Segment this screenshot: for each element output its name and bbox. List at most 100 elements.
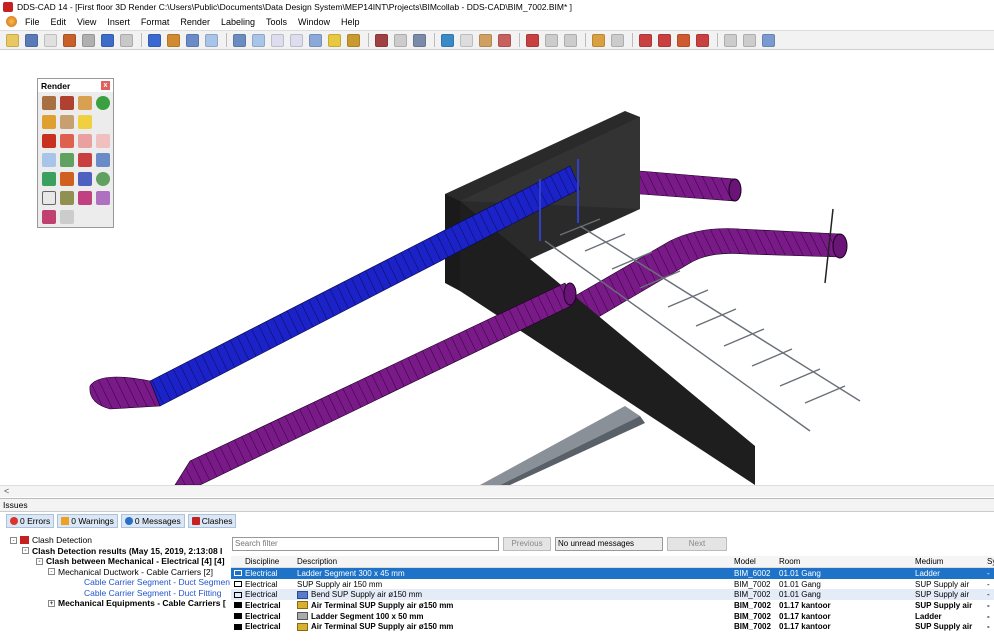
export-icon[interactable] (63, 33, 76, 47)
table-row[interactable]: Electrical SUP Supply air 150 mm BIM_700… (231, 579, 994, 590)
open-icon[interactable] (44, 33, 57, 47)
view-y-icon[interactable] (290, 33, 303, 47)
render-remove-icon[interactable] (78, 153, 92, 167)
menu-window[interactable]: Window (298, 17, 330, 27)
light-icon[interactable] (328, 33, 341, 47)
render-scene-icon[interactable] (60, 191, 74, 205)
table-row[interactable]: Electrical Ladder Segment 300 x 45 mm BI… (231, 568, 994, 579)
render-texture-icon[interactable] (60, 115, 74, 129)
layer-icon[interactable] (545, 33, 558, 47)
align-icon[interactable] (441, 33, 454, 47)
window-tile-icon[interactable] (724, 33, 737, 47)
render-panel-header[interactable]: Render x (38, 79, 113, 92)
tab-errors[interactable]: 0 Errors (6, 513, 55, 528)
column-header[interactable]: Medium (915, 557, 987, 566)
collapse-toggle[interactable]: - (22, 547, 29, 555)
render-globe-icon[interactable] (96, 172, 110, 186)
report-icon[interactable] (592, 33, 605, 47)
column-header[interactable]: Sy (987, 557, 994, 566)
app-menu-icon[interactable] (6, 16, 17, 27)
window-cascade-icon[interactable] (743, 33, 756, 47)
view-box-icon[interactable] (252, 33, 265, 47)
menu-format[interactable]: Format (141, 17, 170, 27)
check-icon[interactable] (696, 33, 709, 47)
scroll-left-arrow[interactable]: < (4, 486, 9, 496)
new-icon[interactable] (6, 33, 19, 47)
render-pattern-icon[interactable] (96, 191, 110, 205)
render-eye-icon[interactable] (42, 191, 56, 205)
render-palette-icon[interactable] (78, 191, 92, 205)
print-icon[interactable] (82, 33, 95, 47)
pan-icon[interactable] (167, 33, 180, 47)
table-row[interactable]: Electrical Air Terminal SUP Supply air ø… (231, 600, 994, 611)
menu-edit[interactable]: Edit (51, 17, 67, 27)
render-camera-icon[interactable] (96, 153, 110, 167)
menu-file[interactable]: File (25, 17, 40, 27)
tab-messages[interactable]: 0 Messages (120, 513, 185, 528)
next-button[interactable]: Next (667, 536, 727, 551)
material-icon[interactable] (347, 33, 360, 47)
render-cut-icon[interactable] (60, 153, 74, 167)
properties-icon[interactable] (564, 33, 577, 47)
previous-button[interactable]: Previous (503, 536, 551, 551)
column-header[interactable]: Model (734, 557, 779, 566)
collapse-toggle[interactable]: - (48, 568, 55, 576)
render-export-icon[interactable] (60, 210, 74, 224)
tree-node-equipment-carriers[interactable]: + Mechanical Equipments - Cable Carriers… (0, 598, 230, 609)
render-transparency-icon[interactable] (78, 134, 92, 148)
select-icon[interactable] (205, 33, 218, 47)
dimension-icon[interactable] (413, 33, 426, 47)
grid-icon[interactable] (394, 33, 407, 47)
calc-icon[interactable] (677, 33, 690, 47)
render-refresh-icon[interactable] (42, 172, 56, 186)
table-row[interactable]: Electrical Ladder Segment 100 x 50 mm BI… (231, 611, 994, 622)
3d-viewport[interactable] (0, 51, 994, 485)
column-header[interactable]: Room (779, 557, 915, 566)
render-cube-icon[interactable] (42, 96, 56, 110)
render-solid-icon[interactable] (42, 134, 56, 148)
view-icon[interactable] (233, 33, 246, 47)
menu-help[interactable]: Help (341, 17, 360, 27)
3d-model-render[interactable] (0, 51, 994, 485)
save-icon[interactable] (25, 33, 38, 47)
render-settings-icon[interactable] (42, 210, 56, 224)
tree-node-clash-item[interactable]: Cable Carrier Segment - Duct Segment (0, 577, 230, 588)
tab-warnings[interactable]: 0 Warnings (57, 513, 118, 528)
view-z-icon[interactable] (309, 33, 322, 47)
column-header[interactable]: Description (297, 557, 734, 566)
menu-render[interactable]: Render (180, 17, 210, 27)
render-fly-icon[interactable] (78, 172, 92, 186)
undo-icon[interactable] (101, 33, 114, 47)
symbol-icon[interactable] (498, 33, 511, 47)
view-x-icon[interactable] (271, 33, 284, 47)
redo-icon[interactable] (120, 33, 133, 47)
expand-toggle[interactable]: + (48, 599, 55, 607)
render-sun-icon[interactable] (78, 115, 92, 129)
zoom-icon[interactable] (148, 33, 161, 47)
list-icon[interactable] (611, 33, 624, 47)
menu-tools[interactable]: Tools (266, 17, 287, 27)
collapse-toggle[interactable]: - (36, 557, 43, 565)
render-wire-icon[interactable] (60, 96, 74, 110)
render-box-icon[interactable] (42, 115, 56, 129)
tree-node-mech-elec[interactable]: - Clash between Mechanical - Electrical … (0, 556, 230, 567)
tree-node-clash-detection[interactable]: - Clash Detection (0, 535, 230, 546)
table-row[interactable]: Electrical Bend SUP Supply air ø150 mm B… (231, 589, 994, 601)
search-input[interactable] (232, 536, 499, 551)
close-icon[interactable]: x (101, 81, 110, 90)
render-shade-icon[interactable] (78, 96, 92, 110)
snap-icon[interactable] (460, 33, 473, 47)
viewport-scrollbar[interactable]: < (0, 485, 994, 497)
column-header[interactable]: Discipline (245, 557, 297, 566)
bcf-icon[interactable] (658, 33, 671, 47)
collapse-toggle[interactable]: - (10, 536, 17, 544)
render-glass-icon[interactable] (96, 134, 110, 148)
tree-node-results[interactable]: - Clash Detection results (May 15, 2019,… (0, 546, 230, 557)
orbit-icon[interactable] (186, 33, 199, 47)
measure-icon[interactable] (375, 33, 388, 47)
tab-clashes[interactable]: Clashes (187, 513, 237, 528)
window-new-icon[interactable] (762, 33, 775, 47)
render-section-icon[interactable] (42, 153, 56, 167)
tree-node-ductwork-carriers[interactable]: - Mechanical Ductwork - Cable Carriers [… (0, 567, 230, 578)
table-row[interactable]: Electrical Air Terminal SUP Supply air ø… (231, 621, 994, 632)
